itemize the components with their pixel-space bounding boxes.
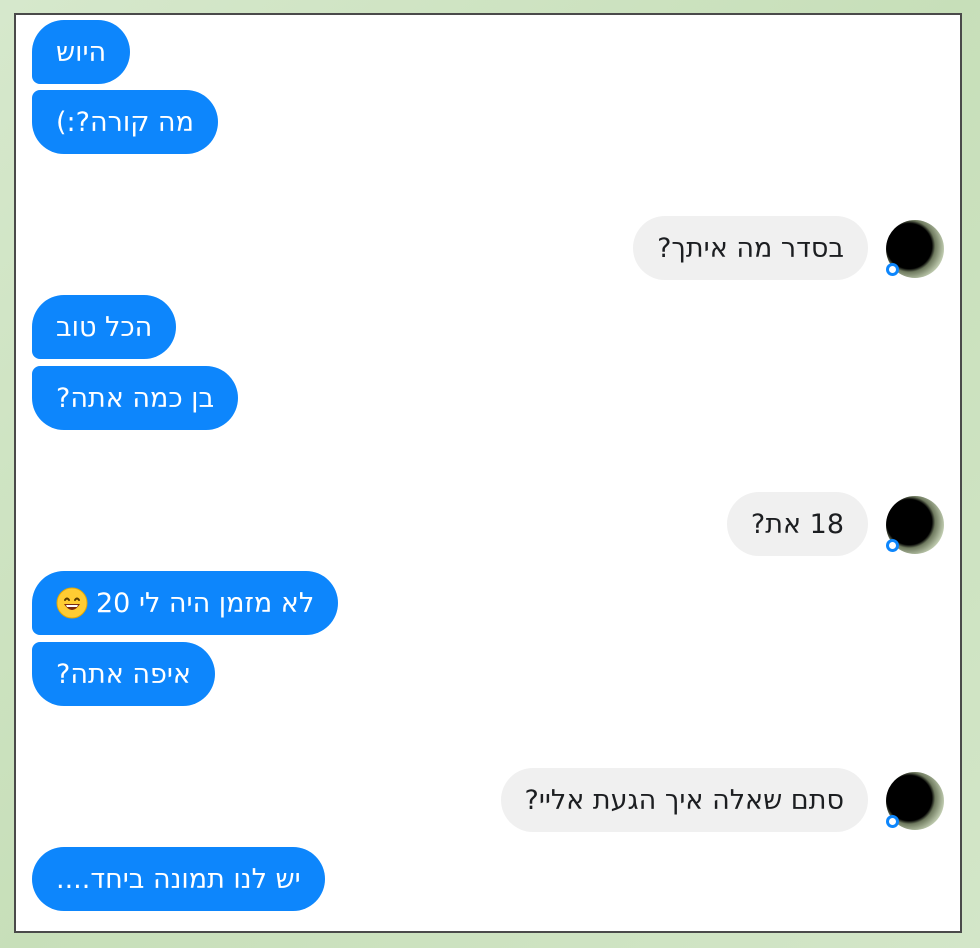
sent-message-bubble[interactable]: בן כמה אתה? (32, 366, 239, 430)
seen-indicator-icon (886, 539, 899, 552)
message-text: יש לנו תמונה ביחד.... (56, 863, 301, 895)
message-text: היוש (56, 36, 107, 68)
sent-message-bubble[interactable]: איפה אתה? (32, 642, 215, 706)
received-message-bubble[interactable]: סתם שאלה איך הגעת אליי? (500, 768, 868, 832)
chat-window: היוש מה קורה?:) בסדר מה איתך? הכל טוב בן… (14, 13, 962, 933)
message-text: בסדר מה איתך? (657, 232, 844, 264)
grinning-face-emoji (56, 587, 88, 619)
sent-message-bubble[interactable]: לא מזמן היה לי 20 (32, 571, 339, 635)
message-text: לא מזמן היה לי 20 (96, 587, 315, 619)
contact-avatar[interactable] (886, 772, 944, 830)
message-text: איפה אתה? (56, 658, 191, 690)
sent-message-bubble[interactable]: היוש (32, 20, 131, 84)
sent-message-bubble[interactable]: מה קורה?:) (32, 90, 218, 154)
received-message-bubble[interactable]: 18 את? (726, 492, 868, 556)
received-message-bubble[interactable]: בסדר מה איתך? (633, 216, 868, 280)
message-text: 18 את? (750, 508, 844, 540)
sent-message-bubble[interactable]: הכל טוב (32, 295, 177, 359)
seen-indicator-icon (886, 815, 899, 828)
sent-message-bubble[interactable]: יש לנו תמונה ביחד.... (32, 847, 325, 911)
seen-indicator-icon (886, 263, 899, 276)
contact-avatar[interactable] (886, 220, 944, 278)
message-text: מה קורה?:) (56, 106, 194, 138)
message-text: הכל טוב (56, 311, 153, 343)
message-text: בן כמה אתה? (56, 382, 215, 414)
message-text: סתם שאלה איך הגעת אליי? (524, 784, 844, 816)
contact-avatar[interactable] (886, 496, 944, 554)
